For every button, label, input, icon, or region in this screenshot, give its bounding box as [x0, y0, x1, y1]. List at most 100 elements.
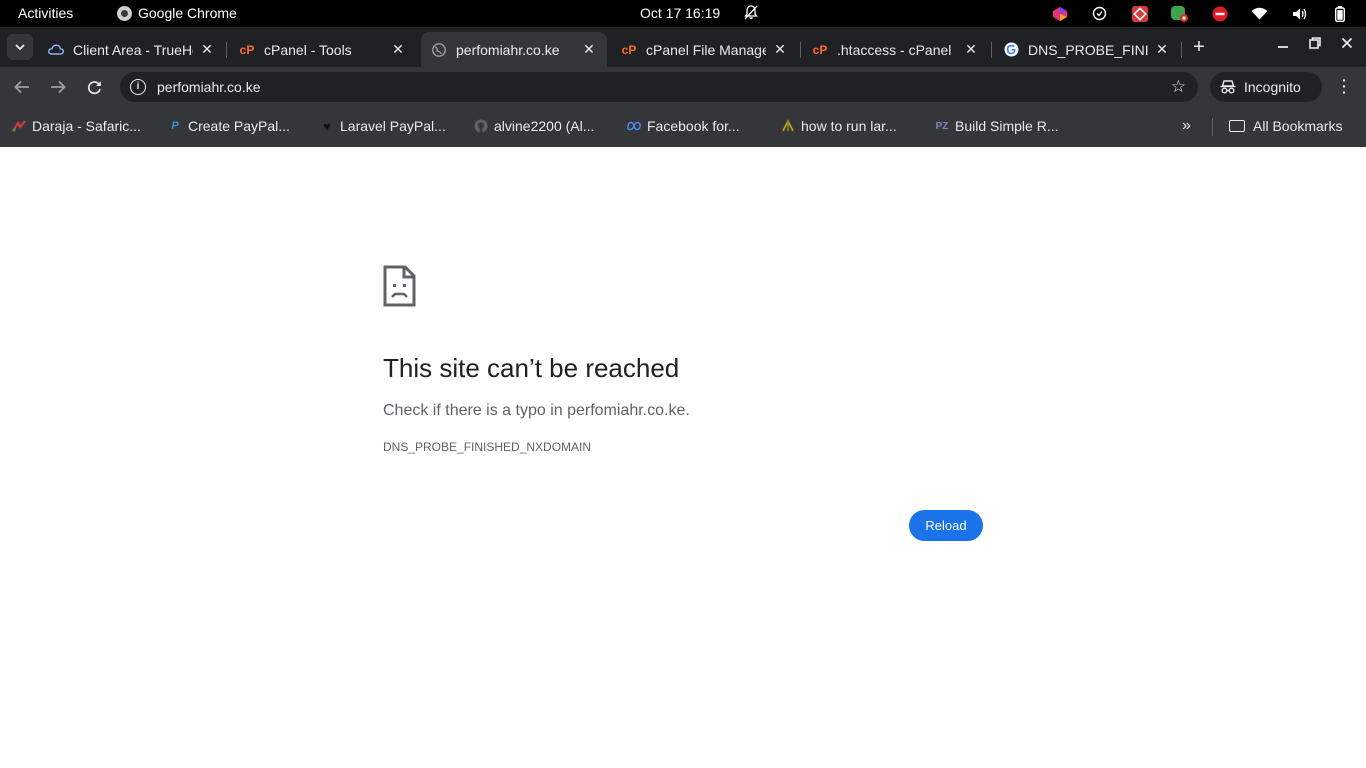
tab-dns-probe[interactable]: DNS_PROBE_FINISHED_NXDOMAIN ✕ — [993, 32, 1180, 67]
close-icon[interactable]: ✕ — [199, 41, 215, 58]
bookmarks-bar: Daraja - Safaric... P Create PayPal... ♥… — [0, 107, 1366, 147]
close-icon — [1341, 37, 1353, 49]
github-icon — [474, 119, 488, 133]
system-tray — [1029, 4, 1366, 23]
error-title: This site can’t be reached — [383, 353, 680, 383]
chevron-down-icon — [15, 43, 25, 50]
cloud-icon — [48, 42, 64, 58]
new-tab-button[interactable]: + — [1190, 37, 1208, 57]
chrome-icon — [117, 5, 132, 21]
bookmark-icon — [781, 119, 795, 133]
tab-separator — [800, 42, 801, 58]
restore-icon — [1309, 37, 1321, 49]
url-text[interactable]: perfomiahr.co.ke — [157, 79, 261, 95]
tab-cpanel-tools[interactable]: cP cPanel - Tools ✕ — [229, 32, 416, 67]
tab-cpanel-file-manager[interactable]: cP cPanel File Manager ✕ — [611, 32, 798, 67]
cpanel-icon: cP — [239, 42, 255, 57]
bookmark-label: Facebook for... — [647, 118, 740, 134]
tab-title: perfomiahr.co.ke — [456, 41, 560, 58]
close-icon[interactable]: ✕ — [390, 41, 406, 58]
cpanel-icon: cP — [621, 42, 637, 57]
wifi-icon[interactable] — [1250, 4, 1269, 23]
bookmark-daraja[interactable]: Daraja - Safaric... — [12, 118, 141, 134]
notifications-muted-icon — [744, 5, 758, 23]
cpanel-icon: cP — [812, 42, 828, 57]
bookmark-build-simple[interactable]: PZ Build Simple R... — [935, 118, 1059, 134]
tab-client-area[interactable]: Client Area - TrueHost ✕ — [38, 32, 225, 67]
app-icon-1[interactable] — [1050, 4, 1069, 23]
battery-icon[interactable] — [1330, 4, 1349, 23]
more-menu-icon[interactable]: ⋮ — [1335, 76, 1353, 96]
error-code: DNS_PROBE_FINISHED_NXDOMAIN — [383, 440, 592, 454]
folder-icon — [1229, 120, 1245, 132]
activities-button[interactable]: Activities — [18, 5, 73, 21]
sad-document-icon — [383, 265, 416, 307]
error-subtitle: Check if there is a typo in perfomiahr.c… — [383, 402, 690, 419]
meta-icon — [627, 119, 641, 133]
all-bookmarks-label: All Bookmarks — [1253, 118, 1343, 134]
app-icon-2[interactable] — [1130, 4, 1149, 23]
back-button[interactable] — [12, 77, 32, 97]
google-icon — [1003, 42, 1019, 58]
tab-title: DNS_PROBE_FINISHED_NXDOMAIN — [1028, 41, 1148, 58]
bookmark-label: how to run lar... — [801, 118, 897, 134]
bookmark-github[interactable]: alvine2200 (Al... — [474, 118, 594, 134]
close-icon[interactable]: ✕ — [1154, 41, 1170, 58]
tab-search-button[interactable] — [7, 34, 33, 60]
tab-perfomiahr[interactable]: perfomiahr.co.ke ✕ — [421, 32, 607, 67]
tab-htaccess[interactable]: cP .htaccess - cPanel ✕ — [802, 32, 989, 67]
tab-title: Client Area - TrueHost — [73, 41, 193, 58]
bookmark-label: Build Simple R... — [955, 118, 1059, 134]
reload-button[interactable]: Reload — [909, 510, 983, 541]
bookmarks-separator — [1212, 118, 1213, 136]
heart-icon: ♥ — [323, 118, 331, 134]
arrow-right-icon — [51, 80, 66, 94]
system-top-bar: Activities Google Chrome Oct 17 16:19 — [0, 0, 1366, 27]
app-name: Google Chrome — [138, 5, 237, 21]
maximize-button[interactable] — [1305, 36, 1325, 56]
bookmark-label: Daraja - Safaric... — [32, 118, 141, 134]
bookmark-laravel-paypal[interactable]: ♥ Laravel PayPal... — [320, 118, 446, 134]
update-icon[interactable] — [1170, 4, 1189, 23]
daraja-icon — [12, 119, 26, 133]
bookmark-label: alvine2200 (Al... — [494, 118, 595, 134]
clock[interactable]: Oct 17 16:19 — [640, 5, 720, 21]
incognito-button[interactable]: Incognito — [1210, 72, 1322, 102]
tab-strip: Client Area - TrueHost ✕ cP cPanel - Too… — [0, 27, 1366, 67]
tab-separator — [991, 42, 992, 58]
browser-toolbar: i perfomiahr.co.ke ☆ Incognito ⋮ — [0, 67, 1366, 107]
close-window-button[interactable] — [1337, 36, 1357, 56]
bookmark-label: Laravel PayPal... — [340, 118, 446, 134]
tab-separator — [1181, 42, 1182, 58]
address-bar[interactable]: i perfomiahr.co.ke ☆ — [120, 72, 1198, 102]
reload-icon — [87, 80, 101, 94]
pz-icon: PZ — [935, 120, 949, 132]
bookmark-facebook[interactable]: Facebook for... — [627, 118, 740, 134]
star-icon[interactable]: ☆ — [1171, 77, 1186, 97]
chat-icon[interactable] — [1090, 4, 1109, 23]
forward-button[interactable] — [48, 77, 68, 97]
tab-separator — [226, 42, 227, 58]
tab-title: cPanel File Manager — [646, 41, 766, 58]
close-icon[interactable]: ✕ — [963, 41, 979, 58]
app-menu[interactable]: Google Chrome — [117, 5, 237, 21]
all-bookmarks-button[interactable]: All Bookmarks — [1229, 118, 1342, 134]
volume-icon[interactable] — [1290, 4, 1309, 23]
more-bookmarks-chevron-icon[interactable]: » — [1182, 117, 1191, 135]
paypal-icon: P — [171, 120, 179, 132]
dnd-icon[interactable] — [1210, 4, 1229, 23]
close-icon[interactable]: ✕ — [772, 41, 788, 58]
incognito-icon — [1220, 80, 1236, 94]
info-icon[interactable]: i — [130, 79, 146, 95]
globe-icon — [431, 42, 447, 58]
minimize-button[interactable] — [1273, 36, 1293, 56]
tab-title: .htaccess - cPanel — [837, 41, 952, 58]
bookmark-how-to-run[interactable]: how to run lar... — [781, 118, 897, 134]
reload-toolbar-button[interactable] — [84, 77, 104, 97]
bookmark-paypal[interactable]: P Create PayPal... — [168, 118, 290, 134]
error-page: This site can’t be reached Check if ther… — [0, 148, 1366, 768]
close-icon[interactable]: ✕ — [581, 41, 597, 58]
incognito-label: Incognito — [1244, 79, 1301, 95]
arrow-left-icon — [14, 80, 29, 94]
tab-title: cPanel - Tools — [264, 41, 352, 58]
